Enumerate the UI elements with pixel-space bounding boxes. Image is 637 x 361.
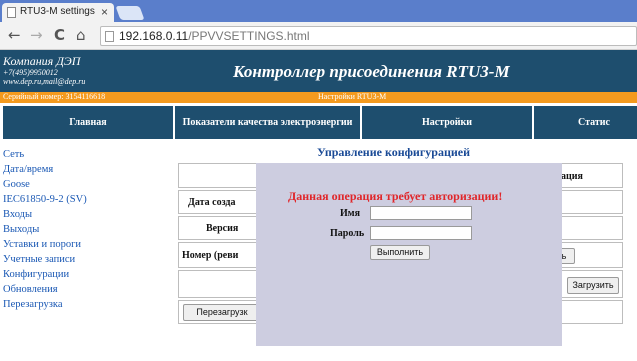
reboot-button[interactable]: Перезагрузк: [183, 304, 261, 321]
sidebar-item-iec61850[interactable]: IEC61850-9-2 (SV): [3, 193, 88, 206]
menu-item-settings[interactable]: Настройки: [362, 106, 532, 139]
revision-label: Номер (реви: [182, 250, 239, 261]
sidebar: Сеть Дата/время Goose IEC61850-9-2 (SV) …: [3, 148, 88, 313]
sidebar-item-datetime[interactable]: Дата/время: [3, 163, 88, 176]
sidebar-item-configurations[interactable]: Конфигурации: [3, 268, 88, 281]
sidebar-item-network[interactable]: Сеть: [3, 148, 88, 161]
close-tab-icon[interactable]: ×: [101, 5, 108, 19]
page-header: Компания ДЭП +7(495)9950012 www.dep.ru,m…: [0, 50, 637, 92]
new-tab-button[interactable]: [115, 6, 145, 20]
menu-item-statistics[interactable]: Статис: [534, 106, 637, 139]
sidebar-item-accounts[interactable]: Учетные записи: [3, 253, 88, 266]
name-label: Имя: [340, 208, 360, 219]
date-label: Дата созда: [188, 197, 236, 208]
tab-title: RTU3-M settings: [20, 6, 95, 17]
browser-tab-bar: RTU3-M settings ×: [0, 0, 637, 22]
sidebar-item-thresholds[interactable]: Уставки и пороги: [3, 238, 88, 251]
home-icon[interactable]: ⌂: [76, 26, 86, 44]
company-web: www.dep.ru,mail@dep.ru: [3, 77, 86, 86]
page-title: Контроллер присоединения RTU3-M: [233, 62, 510, 81]
submit-button[interactable]: Выполнить: [370, 245, 430, 260]
sidebar-item-updates[interactable]: Обновления: [3, 283, 88, 296]
info-bar: Серийный номер: 3154116618 Настройки RTU…: [0, 92, 637, 103]
page-icon: [7, 7, 16, 18]
browser-tab[interactable]: RTU3-M settings ×: [2, 3, 114, 22]
version-label: Версия: [206, 223, 239, 234]
auth-dialog: Данная операция требует авторизации! Имя…: [256, 163, 562, 346]
info-bar-title: Настройки RTU3-M: [318, 92, 387, 101]
name-input[interactable]: [370, 206, 472, 220]
back-arrow-icon[interactable]: ←: [8, 26, 21, 44]
auth-required-message: Данная операция требует авторизации!: [288, 189, 503, 203]
load-button[interactable]: Загрузить: [567, 277, 619, 294]
forward-arrow-icon[interactable]: →: [30, 26, 43, 44]
password-input[interactable]: [370, 226, 472, 240]
url-host: 192.168.0.11: [119, 29, 189, 43]
column-header-fragment: ация: [561, 171, 583, 182]
browser-toolbar: ← → C ⌂ 192.168.0.11/PPVVSETTINGS.html: [0, 22, 637, 50]
menu-item-power-quality[interactable]: Показатели качества электроэнергии: [175, 106, 360, 139]
company-phone: +7(495)9950012: [3, 68, 58, 77]
sidebar-item-reboot[interactable]: Перезагрузка: [3, 298, 88, 311]
company-name: Компания ДЭП: [3, 54, 81, 68]
sidebar-item-goose[interactable]: Goose: [3, 178, 88, 191]
sidebar-item-inputs[interactable]: Входы: [3, 208, 88, 221]
menu-item-home[interactable]: Главная: [3, 106, 173, 139]
main-menu: Главная Показатели качества электроэнерг…: [0, 103, 637, 143]
serial-number: Серийный номер: 3154116618: [3, 92, 106, 101]
reload-icon[interactable]: C: [54, 26, 65, 44]
url-path: /PPVVSETTINGS.html: [188, 29, 310, 43]
sidebar-item-outputs[interactable]: Выходы: [3, 223, 88, 236]
section-title: Управление конфигурацией: [317, 145, 471, 159]
password-label: Пароль: [330, 228, 365, 239]
address-bar[interactable]: 192.168.0.11/PPVVSETTINGS.html: [100, 26, 637, 46]
page-icon: [105, 31, 114, 42]
